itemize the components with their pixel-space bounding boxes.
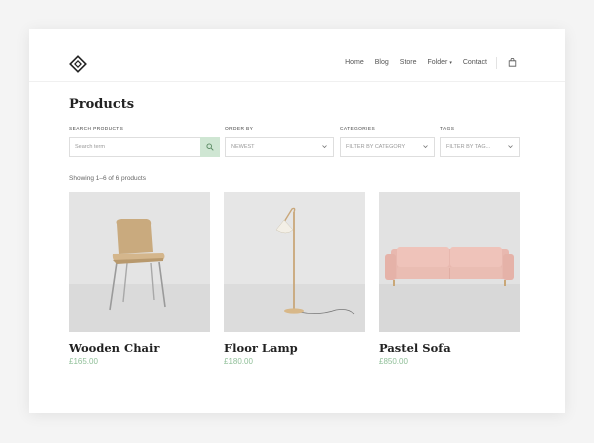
site-header: Home Blog Store Folder ▾ Contact xyxy=(29,29,565,82)
order-by-select[interactable]: NEWEST xyxy=(225,137,334,157)
search-label: SEARCH PRODUCTS xyxy=(69,127,124,132)
nav-divider xyxy=(496,57,497,69)
categories-label: CATEGORIES xyxy=(340,127,376,132)
product-name[interactable]: Pastel Sofa xyxy=(379,341,520,355)
chevron-down-icon xyxy=(508,145,513,149)
product-image-lamp[interactable] xyxy=(224,192,365,332)
nav-store[interactable]: Store xyxy=(400,59,417,66)
order-by-label: ORDER BY xyxy=(225,127,254,132)
page-title: Products xyxy=(69,97,135,112)
product-card[interactable]: Pastel Sofa £850.00 xyxy=(379,192,520,366)
product-image-sofa[interactable] xyxy=(379,192,520,332)
nav-blog[interactable]: Blog xyxy=(375,59,389,66)
product-price: £180.00 xyxy=(224,357,253,366)
order-by-value: NEWEST xyxy=(231,144,255,150)
nav-contact[interactable]: Contact xyxy=(463,59,487,66)
product-card[interactable]: Floor Lamp £180.00 xyxy=(224,192,365,366)
search-input[interactable]: Search term xyxy=(69,137,201,157)
chevron-down-icon xyxy=(322,145,327,149)
product-price: £850.00 xyxy=(379,357,408,366)
tags-label: TAGS xyxy=(440,127,455,132)
main-nav: Home Blog Store Folder ▾ Contact xyxy=(345,59,487,66)
nav-folder[interactable]: Folder ▾ xyxy=(428,59,452,66)
product-name[interactable]: Wooden Chair xyxy=(69,341,210,355)
shopping-bag-icon[interactable] xyxy=(508,58,517,67)
search-button[interactable] xyxy=(200,137,220,157)
nav-folder-label: Folder xyxy=(427,59,448,66)
tags-value: FILTER BY TAG... xyxy=(446,144,491,150)
product-name[interactable]: Floor Lamp xyxy=(224,341,365,355)
search-icon xyxy=(206,143,214,151)
categories-select[interactable]: FILTER BY CATEGORY xyxy=(340,137,435,157)
product-card[interactable]: Wooden Chair £165.00 xyxy=(69,192,210,366)
nav-home[interactable]: Home xyxy=(345,59,364,66)
chevron-down-icon xyxy=(423,145,428,149)
page-card: Home Blog Store Folder ▾ Contact Products… xyxy=(29,29,565,413)
tags-select[interactable]: FILTER BY TAG... xyxy=(440,137,520,157)
search-placeholder: Search term xyxy=(75,144,105,150)
logo-icon[interactable] xyxy=(69,55,87,73)
product-price: £165.00 xyxy=(69,357,98,366)
caret-down-icon: ▾ xyxy=(449,60,452,66)
categories-value: FILTER BY CATEGORY xyxy=(346,144,406,150)
result-count: Showing 1–6 of 6 products xyxy=(69,175,146,182)
product-image-chair[interactable] xyxy=(69,192,210,332)
